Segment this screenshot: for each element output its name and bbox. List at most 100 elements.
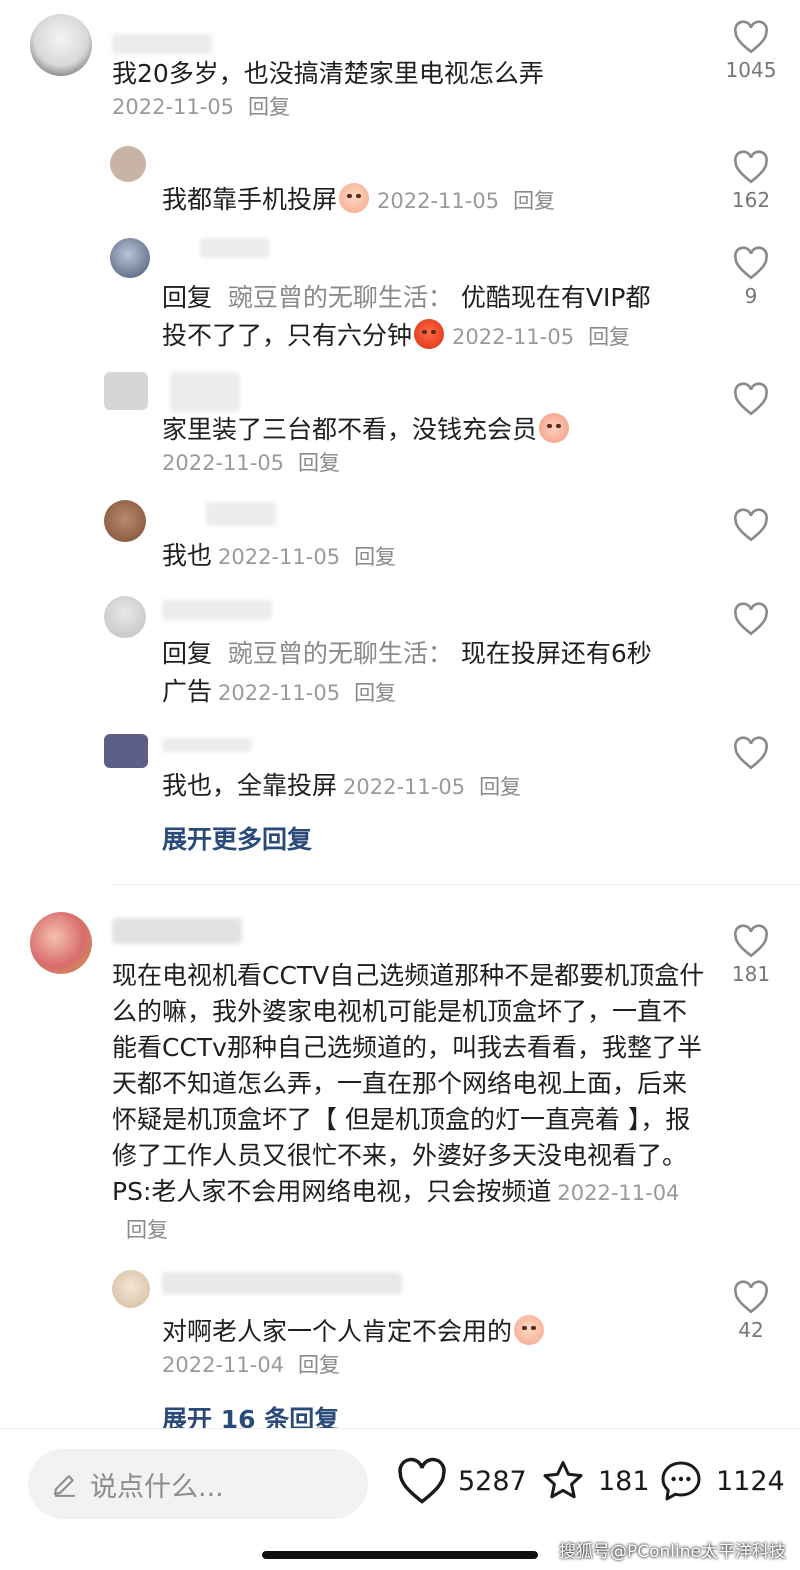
home-indicator[interactable] — [262, 1551, 538, 1559]
username-blurred — [170, 372, 240, 412]
peach-emoji — [539, 413, 570, 443]
reply-content: 广告 — [162, 677, 213, 706]
reply-meta: 2022-11-05 回复 — [162, 448, 340, 478]
reply-text-line2: 投不了了，只有六分钟 2022-11-05 回复 — [162, 318, 630, 355]
reply-text: 对啊老人家一个人肯定不会用的 — [162, 1314, 546, 1350]
reply-button[interactable]: 回复 — [588, 325, 630, 349]
username-blurred — [112, 34, 212, 54]
comment-content: 现在电视机看CCTV自己选频道那种不是都要机顶盒什么的嘛，我外婆家电视机可能是机… — [112, 961, 705, 1206]
reply-text-line2: 广告 2022-11-05 回复 — [162, 674, 396, 711]
favorite-button[interactable]: 181 — [538, 1457, 650, 1505]
like-count: 9 — [744, 284, 758, 308]
comment-date: 2022-11-04 — [557, 1181, 680, 1205]
comment-input-placeholder: 说点什么... — [90, 1471, 224, 1503]
reply-date: 2022-11-05 — [218, 681, 341, 705]
reply-date: 2022-11-05 — [218, 545, 341, 569]
reply-button[interactable]: 回复 — [513, 189, 555, 213]
heart-icon — [734, 602, 768, 636]
like-button[interactable] — [721, 508, 781, 546]
bottom-action-bar: 说点什么... 5287 181 1124 搜狐号@PConline太平洋科技 — [0, 1428, 800, 1570]
comment-text: 现在电视机看CCTV自己选频道那种不是都要机顶盒什么的嘛，我外婆家电视机可能是机… — [112, 958, 708, 1248]
reply-button[interactable]: 回复 — [248, 95, 290, 119]
reply-text: 我也，全靠投屏 2022-11-05 回复 — [162, 768, 521, 805]
heart-icon — [734, 736, 768, 770]
like-button[interactable] — [721, 602, 781, 640]
reply-content: 优酷现在有VIP都 — [460, 283, 651, 312]
reply-content: 投不了了，只有六分钟 — [162, 321, 413, 350]
heart-icon — [734, 246, 768, 280]
watermark-text: 搜狐号@PConline太平洋科技 — [559, 1542, 786, 1562]
username-blurred — [162, 1272, 402, 1294]
avatar[interactable] — [104, 500, 146, 542]
like-button[interactable]: 42 — [721, 1280, 781, 1342]
reply-reference[interactable]: 豌豆曾的无聊生活： — [228, 283, 453, 312]
like-post-button[interactable]: 5287 — [396, 1457, 527, 1505]
reply-date: 2022-11-05 — [162, 451, 285, 475]
heart-icon — [398, 1457, 446, 1504]
heart-icon — [734, 1280, 768, 1314]
reply-content: 家里装了三台都不看，没钱充会员 — [162, 415, 538, 444]
reply-text: 回复 豌豆曾的无聊生活： 优酷现在有VIP都 — [162, 280, 650, 316]
like-count: 1045 — [725, 58, 777, 82]
like-button[interactable]: 181 — [721, 924, 781, 986]
like-button[interactable] — [721, 736, 781, 774]
reply-meta: 2022-11-04 回复 — [162, 1350, 340, 1380]
avatar[interactable] — [30, 14, 92, 76]
heart-icon — [734, 150, 768, 184]
favorite-count: 181 — [598, 1465, 650, 1497]
reply-prefix: 回复 — [162, 283, 213, 312]
like-count: 181 — [731, 962, 771, 986]
avatar[interactable] — [110, 238, 150, 278]
avatar[interactable] — [104, 372, 148, 410]
cry-emoji — [514, 1315, 545, 1345]
reply-content: 我都靠手机投屏 — [162, 185, 338, 214]
reply-text: 回复 豌豆曾的无聊生活： 现在投屏还有6秒 — [162, 636, 652, 672]
reply-date: 2022-11-05 — [343, 775, 466, 799]
like-count: 5287 — [458, 1465, 527, 1497]
avatar[interactable] — [110, 146, 146, 182]
reply-button[interactable]: 回复 — [354, 545, 396, 569]
reply-prefix: 回复 — [162, 639, 213, 668]
comment-count: 1124 — [716, 1465, 785, 1497]
avatar[interactable] — [112, 1270, 150, 1308]
reply-text: 家里装了三台都不看，没钱充会员 — [162, 412, 571, 448]
reply-content: 现在投屏还有6秒 — [460, 639, 652, 668]
avatar[interactable] — [104, 596, 146, 638]
reply-text: 我都靠手机投屏 2022-11-05 回复 — [162, 182, 555, 219]
reply-date: 2022-11-04 — [162, 1353, 285, 1377]
reply-reference[interactable]: 豌豆曾的无聊生活： — [228, 639, 453, 668]
reply-content: 我也，全靠投屏 — [162, 771, 338, 800]
pencil-icon — [54, 1475, 75, 1497]
reply-button[interactable]: 回复 — [298, 451, 340, 475]
comment-bubble-icon — [661, 1461, 701, 1501]
avatar[interactable] — [104, 734, 148, 768]
reply-button[interactable]: 回复 — [354, 681, 396, 705]
like-button[interactable]: 9 — [721, 246, 781, 308]
reply-date: 2022-11-05 — [452, 325, 575, 349]
username-blurred — [206, 502, 276, 526]
comment-date: 2022-11-05 — [112, 95, 235, 119]
username-blurred — [112, 918, 242, 944]
reply-content: 对啊老人家一个人肯定不会用的 — [162, 1317, 513, 1346]
comment-input[interactable]: 说点什么... — [28, 1449, 368, 1519]
like-count: 42 — [738, 1318, 764, 1342]
star-icon — [543, 1461, 583, 1499]
like-button[interactable]: 1045 — [721, 20, 781, 82]
like-button[interactable]: 162 — [721, 150, 781, 212]
expand-replies-button[interactable]: 展开更多回复 — [162, 820, 312, 856]
reply-content: 我也 — [162, 541, 213, 570]
heart-icon — [734, 508, 768, 542]
angry-emoji — [414, 319, 445, 349]
heart-icon — [734, 382, 768, 416]
like-button[interactable] — [721, 382, 781, 420]
divider — [112, 884, 800, 885]
heart-icon — [734, 20, 768, 54]
reply-button[interactable]: 回复 — [298, 1353, 340, 1377]
reply-button[interactable]: 回复 — [479, 775, 521, 799]
like-count: 162 — [731, 188, 771, 212]
avatar[interactable] — [30, 912, 92, 974]
comments-button[interactable]: 1124 — [656, 1457, 785, 1505]
reply-text: 我也 2022-11-05 回复 — [162, 538, 396, 575]
username-blurred — [162, 600, 272, 620]
reply-button[interactable]: 回复 — [126, 1218, 168, 1242]
